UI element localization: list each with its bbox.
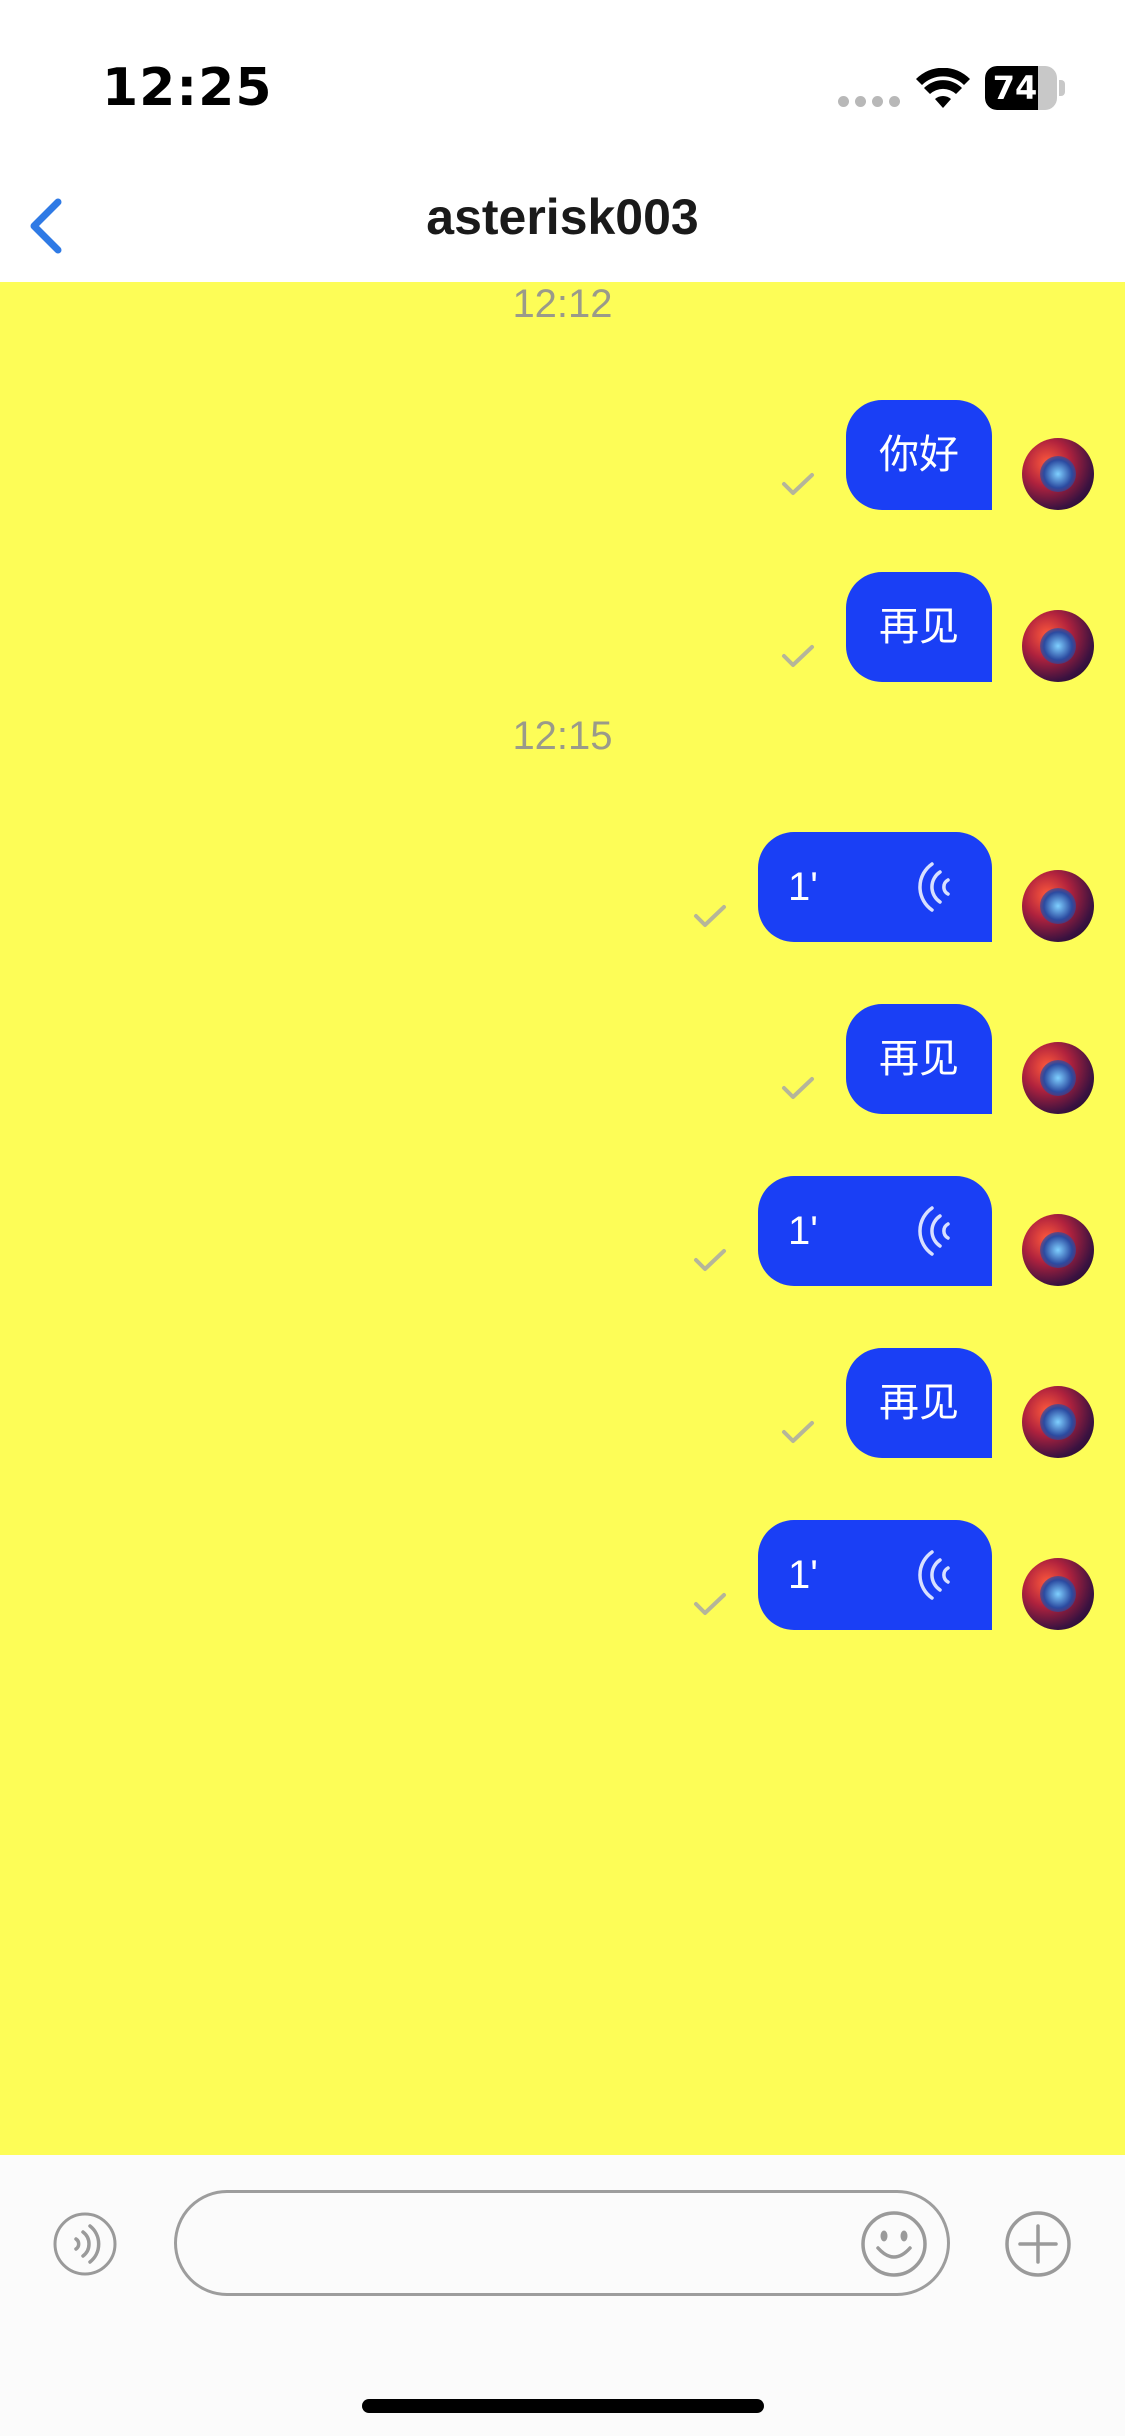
voice-wave-icon [918, 1206, 950, 1256]
message-row: 再见 [0, 1348, 1125, 1460]
battery-icon: 74 [985, 66, 1065, 110]
user-avatar[interactable] [1022, 1386, 1094, 1458]
emoji-button[interactable] [860, 2210, 928, 2278]
home-indicator [362, 2399, 764, 2413]
chat-message-list[interactable]: 12:12 你好 再见 12:15 1' 再见 1' 再见 1' [0, 282, 1125, 2155]
user-avatar[interactable] [1022, 1214, 1094, 1286]
voice-duration: 1' [788, 865, 818, 909]
smiley-icon [861, 2211, 927, 2277]
voice-wave-icon [918, 862, 950, 912]
status-bar: 12:25 74 [0, 0, 1125, 170]
message-row: 再见 [0, 1004, 1125, 1116]
plus-circle-icon [1005, 2211, 1071, 2277]
chat-title: asterisk003 [426, 189, 699, 245]
user-avatar[interactable] [1022, 870, 1094, 942]
voice-message-bubble[interactable]: 1' [758, 1520, 992, 1630]
voice-wave-icon [918, 1550, 950, 1600]
message-row: 1' [0, 1520, 1125, 1632]
message-input-bar [0, 2155, 1125, 2436]
message-row: 1' [0, 1176, 1125, 1288]
voice-duration: 1' [788, 1553, 818, 1597]
sent-check-icon [782, 1421, 814, 1443]
user-avatar[interactable] [1022, 438, 1094, 510]
voice-input-button[interactable] [52, 2211, 118, 2277]
sent-check-icon [694, 905, 726, 927]
more-options-button[interactable] [1004, 2210, 1072, 2278]
message-input[interactable] [174, 2190, 950, 2296]
text-message-bubble[interactable]: 再见 [846, 572, 992, 682]
status-time: 12:25 [102, 58, 273, 118]
voice-duration: 1' [788, 1209, 818, 1253]
sent-check-icon [694, 1249, 726, 1271]
voice-message-bubble[interactable]: 1' [758, 1176, 992, 1286]
wifi-icon [916, 68, 970, 108]
cellular-signal-icon [838, 96, 900, 107]
time-separator: 12:15 [512, 714, 613, 758]
text-message-bubble[interactable]: 再见 [846, 1004, 992, 1114]
message-row: 1' [0, 832, 1125, 944]
sent-check-icon [782, 1077, 814, 1099]
user-avatar[interactable] [1022, 1042, 1094, 1114]
time-separator: 12:12 [512, 282, 613, 326]
sent-check-icon [694, 1593, 726, 1615]
user-avatar[interactable] [1022, 1558, 1094, 1630]
sent-check-icon [782, 473, 814, 495]
battery-percentage: 74 [992, 69, 1038, 107]
voice-message-bubble[interactable]: 1' [758, 832, 992, 942]
text-message-bubble[interactable]: 再见 [846, 1348, 992, 1458]
message-row: 你好 [0, 400, 1125, 512]
sent-check-icon [782, 645, 814, 667]
message-row: 再见 [0, 572, 1125, 684]
navigation-bar: asterisk003 [0, 170, 1125, 282]
voice-wave-icon [53, 2212, 117, 2276]
user-avatar[interactable] [1022, 610, 1094, 682]
text-message-bubble[interactable]: 你好 [846, 400, 992, 510]
